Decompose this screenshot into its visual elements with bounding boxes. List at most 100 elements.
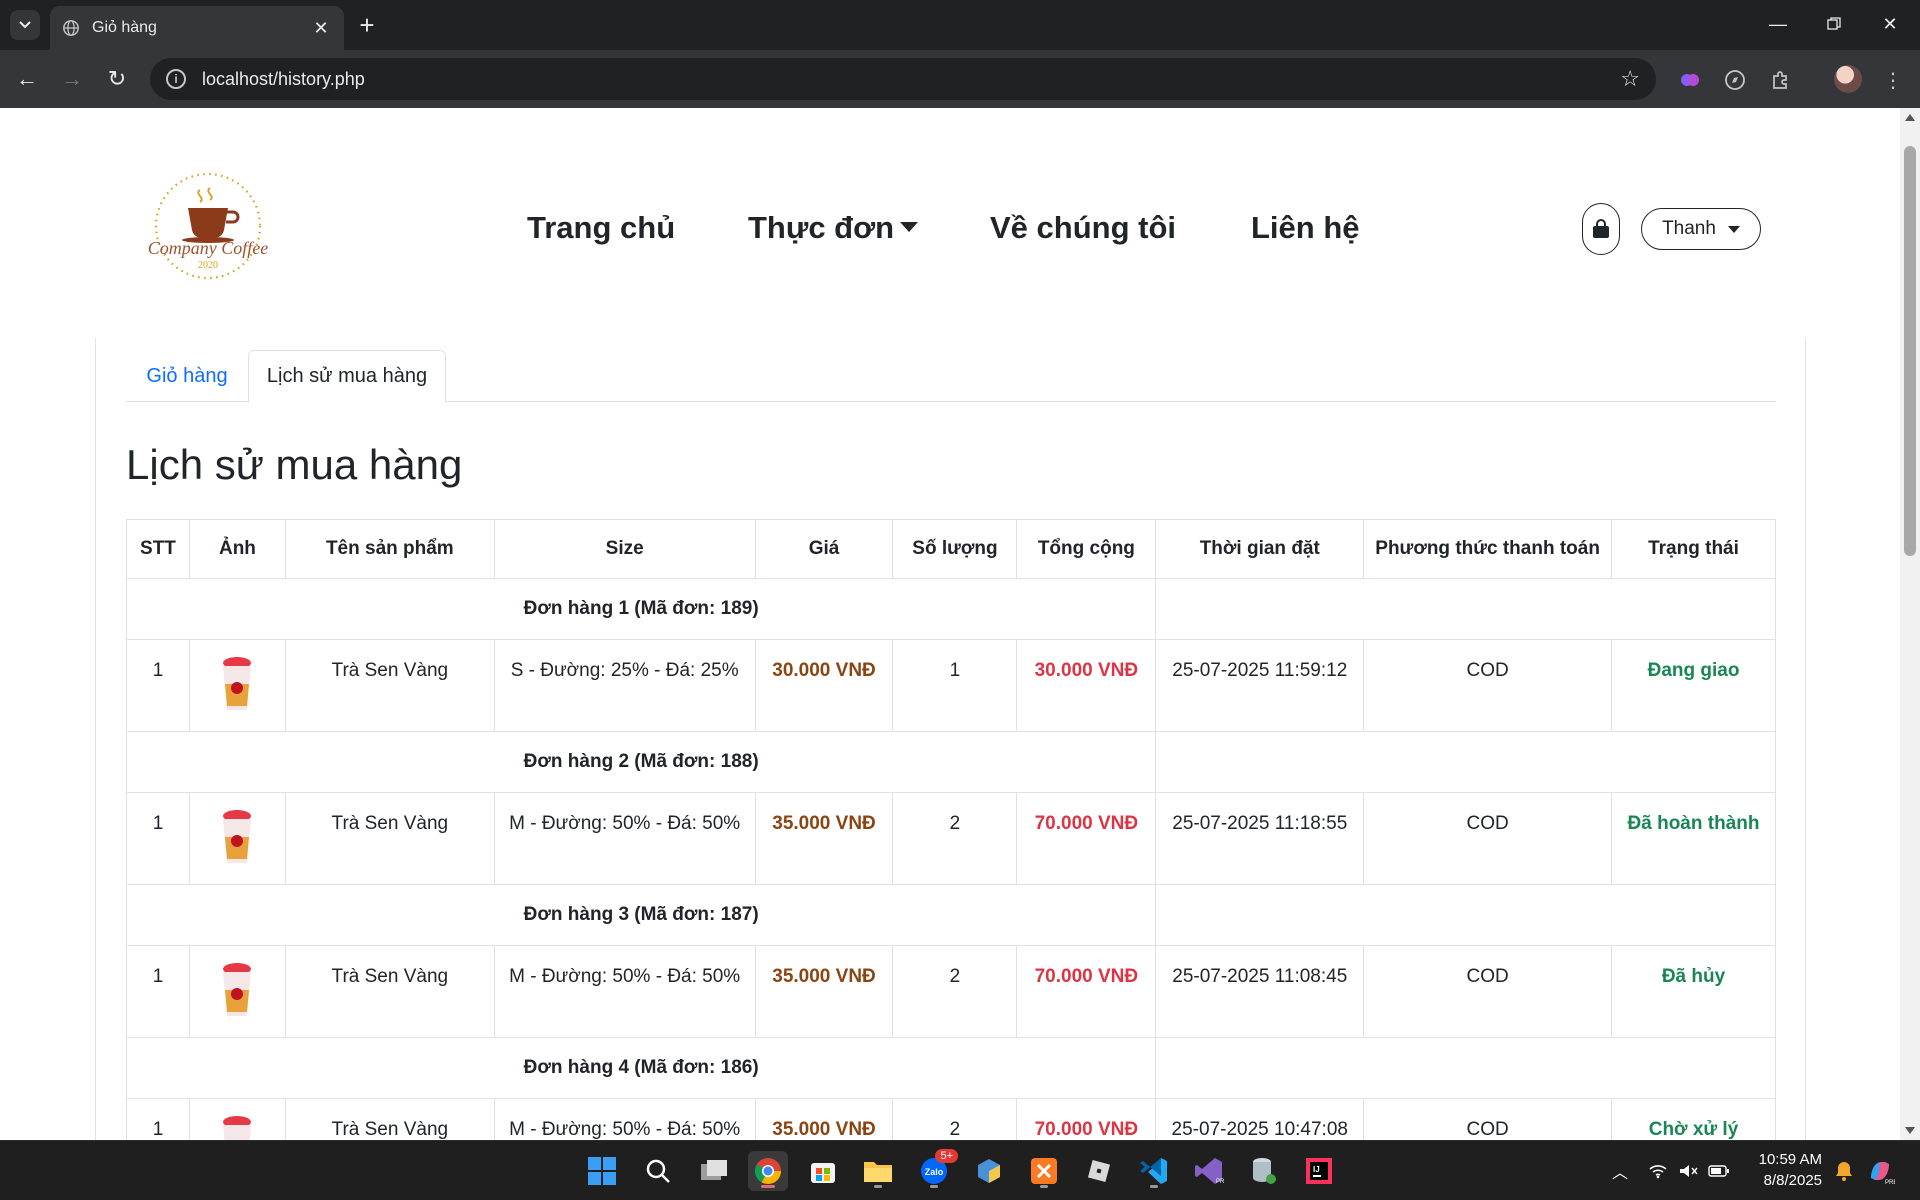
bookmark-star-icon[interactable]: ☆ — [1620, 66, 1640, 92]
minimize-button[interactable]: — — [1750, 0, 1806, 48]
order-history-table: STT Ảnh Tên sản phẩm Size Giá Số lượng T… — [125, 519, 1776, 1191]
microsoft-store-icon[interactable] — [803, 1151, 843, 1191]
order-group-title: Đơn hàng 3 (Mã đơn: 187) — [125, 884, 1157, 946]
row-stt: 1 — [126, 945, 190, 1038]
wifi-icon[interactable] — [1648, 1163, 1668, 1179]
order-group-title: Đơn hàng 1 (Mã đơn: 189) — [125, 578, 1157, 640]
back-button[interactable]: ← — [10, 62, 44, 96]
svg-text:IJ: IJ — [1313, 1165, 1320, 1174]
visual-studio-icon[interactable]: PRE — [1189, 1151, 1229, 1191]
copilot-icon[interactable]: PRE — [1860, 1151, 1900, 1191]
user-dropdown-button[interactable]: Thanh — [1641, 208, 1761, 250]
order-group-title: Đơn hàng 2 (Mã đơn: 188) — [125, 731, 1157, 793]
scroll-up-arrow-icon[interactable] — [1905, 114, 1915, 121]
extension-brain-icon[interactable] — [1677, 67, 1703, 93]
notification-bell-icon[interactable] — [1824, 1151, 1864, 1191]
url-text: localhost/history.php — [202, 68, 365, 89]
svg-text:PRE: PRE — [1216, 1179, 1224, 1185]
page-title: Lịch sử mua hàng — [126, 441, 463, 488]
row-product-name: Trà Sen Vàng — [284, 945, 495, 1038]
nav-about[interactable]: Về chúng tôi — [990, 210, 1176, 246]
profile-avatar[interactable] — [1834, 65, 1862, 93]
header-payment-method: Phương thức thanh toán — [1363, 519, 1613, 579]
volume-muted-icon[interactable] — [1678, 1163, 1698, 1179]
row-price: 35.000 VNĐ — [754, 945, 894, 1038]
row-image-cell — [188, 945, 286, 1038]
browser-menu-icon[interactable]: ⋮ — [1880, 67, 1906, 93]
tab-cart[interactable]: Giỏ hàng — [126, 350, 248, 402]
vscode-icon[interactable] — [1134, 1151, 1174, 1191]
roblox-icon[interactable] — [1079, 1151, 1119, 1191]
forward-button[interactable]: → — [55, 62, 89, 96]
nav-menu-label: Thực đơn — [748, 210, 895, 245]
row-order-time: 25-07-2025 11:08:45 — [1155, 945, 1365, 1038]
caret-down-icon — [1727, 225, 1740, 233]
table-row: 1 Trà Sen Vàng M - Đường: 50% - Đá: 50% … — [126, 792, 1776, 885]
header-product-name: Tên sản phẩm — [284, 519, 495, 579]
order-group-filler — [1155, 1037, 1776, 1099]
header-size: Size — [493, 519, 756, 579]
intellij-icon[interactable]: IJ — [1299, 1151, 1339, 1191]
close-window-button[interactable]: ✕ — [1862, 0, 1918, 48]
file-explorer-icon[interactable] — [858, 1151, 898, 1191]
order-group-row: Đơn hàng 3 (Mã đơn: 187) — [125, 884, 1776, 946]
system-clock[interactable]: 10:59 AM 8/8/2025 — [1740, 1149, 1822, 1191]
row-status: Đã hủy — [1611, 945, 1776, 1038]
page-scrollbar[interactable] — [1900, 108, 1920, 1140]
cart-tabs: Giỏ hàng Lịch sử mua hàng — [126, 350, 1776, 403]
address-bar[interactable]: i localhost/history.php ☆ — [150, 58, 1656, 100]
database-app-icon[interactable] — [1244, 1151, 1284, 1191]
header-price: Giá — [754, 519, 894, 579]
row-price: 30.000 VNĐ — [754, 639, 894, 732]
header-order-time: Thời gian đặt — [1155, 519, 1365, 579]
svg-text:Zalo: Zalo — [925, 1167, 944, 1177]
extensions-puzzle-icon[interactable] — [1768, 67, 1794, 93]
clock-time: 10:59 AM — [1758, 1151, 1822, 1168]
site-info-icon[interactable]: i — [166, 69, 186, 89]
extension-compass-icon[interactable] — [1722, 67, 1748, 93]
restore-icon — [1827, 17, 1841, 30]
table-row: 1 Trà Sen Vàng M - Đường: 50% - Đá: 50% … — [126, 945, 1776, 1038]
row-total: 70.000 VNĐ — [1016, 792, 1157, 885]
search-icon[interactable] — [638, 1151, 678, 1191]
row-quantity: 2 — [892, 945, 1018, 1038]
browser-tab-active[interactable]: Giỏ hàng ✕ — [50, 6, 344, 50]
zalo-icon[interactable]: Zalo 5+ — [914, 1149, 958, 1191]
product-drink-image[interactable] — [215, 960, 259, 1020]
row-quantity: 1 — [892, 639, 1018, 732]
new-tab-button[interactable]: + — [352, 10, 382, 40]
row-size: M - Đường: 50% - Đá: 50% — [493, 792, 756, 885]
task-view-icon[interactable] — [694, 1151, 734, 1191]
nav-home[interactable]: Trang chủ — [527, 210, 675, 246]
tab-history[interactable]: Lịch sử mua hàng — [248, 350, 446, 403]
scroll-down-arrow-icon[interactable] — [1905, 1127, 1915, 1134]
row-size: S - Đường: 25% - Đá: 25% — [493, 639, 756, 732]
cart-button[interactable] — [1582, 203, 1620, 255]
restore-button[interactable] — [1806, 0, 1862, 48]
nav-contact[interactable]: Liên hệ — [1251, 210, 1360, 246]
scrollbar-thumb[interactable] — [1904, 146, 1916, 556]
chrome-taskbar-icon[interactable] — [748, 1151, 788, 1191]
show-hidden-icons-chevron-icon[interactable]: ︿ — [1612, 1159, 1628, 1183]
company-logo[interactable]: Company Coffee 2020 — [138, 170, 278, 282]
row-price: 35.000 VNĐ — [754, 792, 894, 885]
close-tab-icon[interactable]: ✕ — [310, 18, 332, 39]
browser-toolbar: ← → ↻ i localhost/history.php ☆ ⋮ — [0, 50, 1920, 108]
chevron-down-icon — [19, 21, 31, 29]
xampp-icon[interactable] — [1024, 1151, 1064, 1191]
windows-start-icon[interactable] — [582, 1151, 622, 1191]
reload-button[interactable]: ↻ — [100, 62, 134, 96]
caret-down-icon — [900, 221, 919, 232]
svg-text:PRE: PRE — [1885, 1180, 1895, 1186]
logo-text: Company Coffee — [148, 238, 268, 258]
battery-icon[interactable] — [1708, 1164, 1730, 1178]
browser-tab-title: Giỏ hàng — [92, 19, 157, 36]
row-status: Đang giao — [1611, 639, 1776, 732]
product-drink-image[interactable] — [215, 807, 259, 867]
nav-menu-dropdown[interactable]: Thực đơn — [748, 210, 919, 246]
product-drink-image[interactable] — [215, 654, 259, 714]
order-group-filler — [1155, 578, 1776, 640]
app-cube-icon[interactable] — [969, 1151, 1009, 1191]
tab-search-button[interactable] — [10, 10, 40, 40]
row-image-cell — [188, 639, 286, 732]
